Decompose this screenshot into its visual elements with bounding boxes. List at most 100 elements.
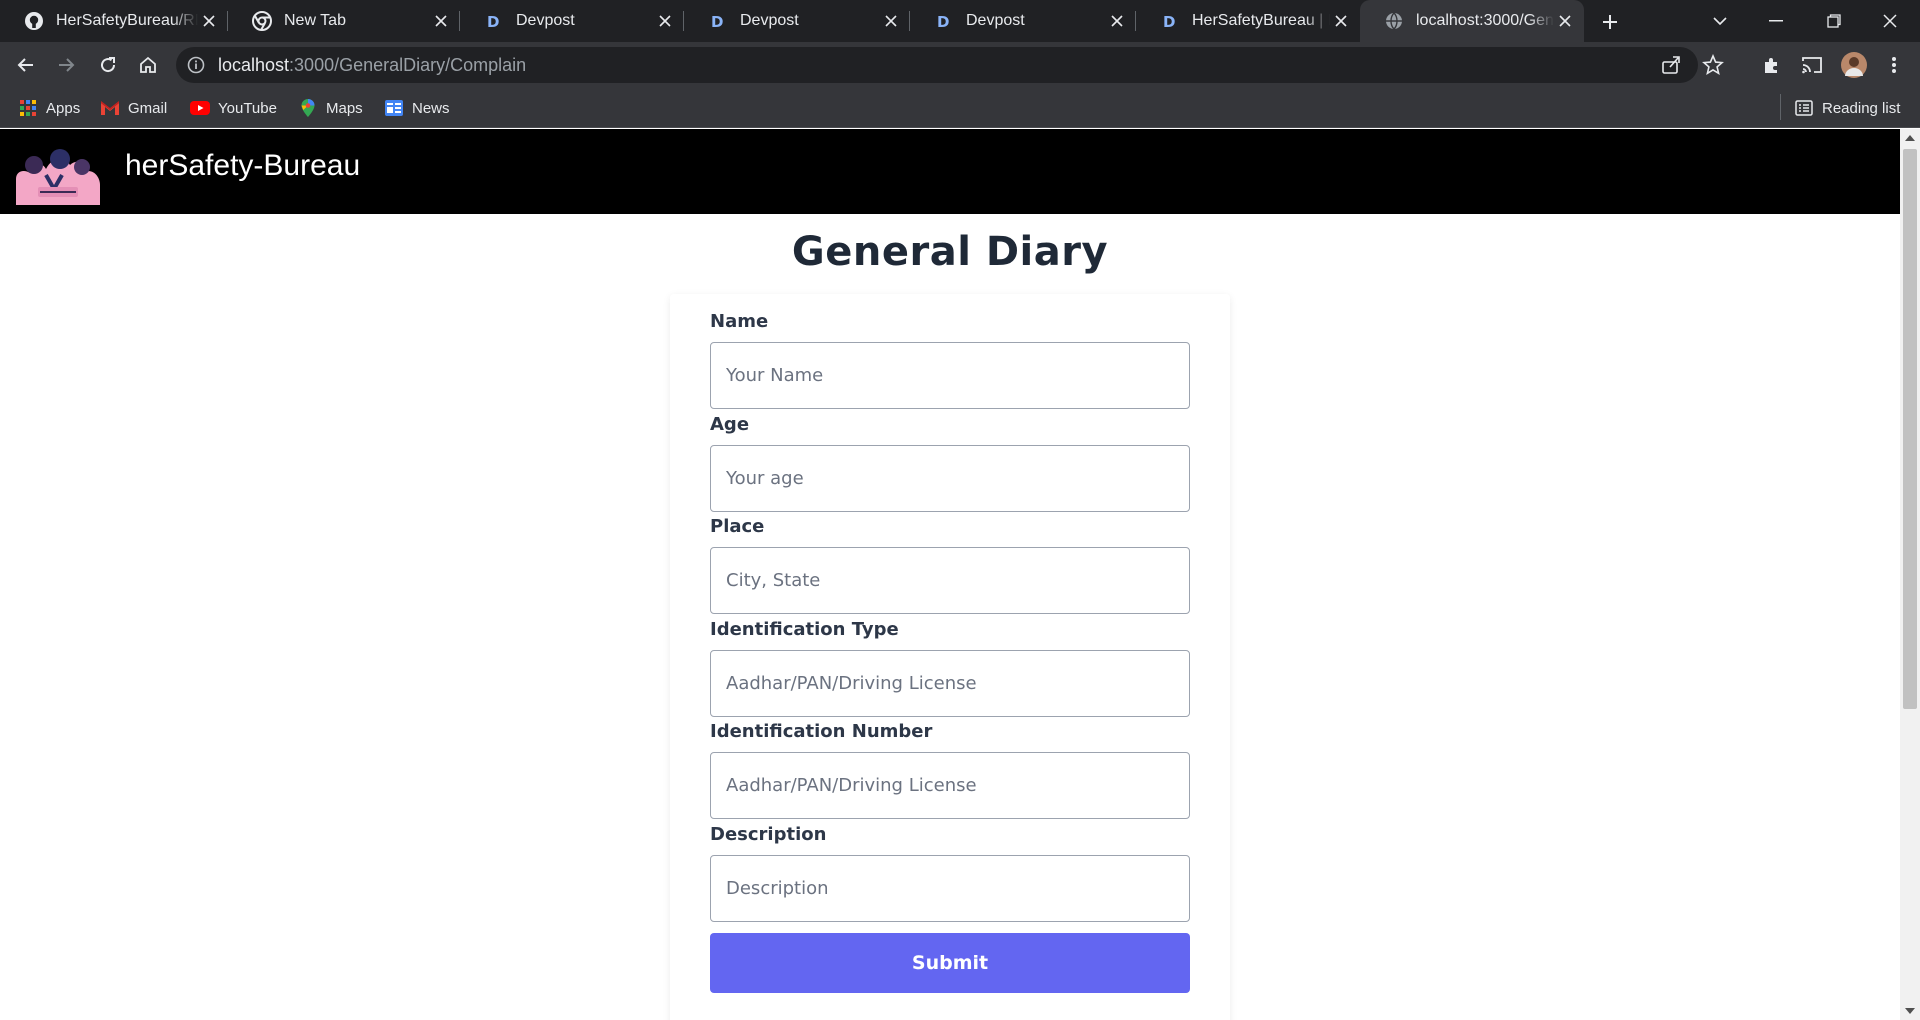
identification-type-input[interactable]	[710, 650, 1190, 717]
identification-type-label: Identification Type	[710, 619, 899, 640]
address-url: localhost:3000/GeneralDiary/Complain	[218, 55, 527, 75]
forward-button[interactable]	[50, 49, 82, 81]
bookmark-label: News	[412, 99, 450, 117]
tab-new-tab[interactable]: New Tab	[228, 0, 460, 42]
bookmark-star-icon[interactable]	[1702, 54, 1724, 76]
tab-devpost[interactable]: D Devpost	[910, 0, 1136, 42]
submit-button[interactable]: Submit	[710, 933, 1190, 993]
reading-list-label: Reading list	[1822, 99, 1901, 117]
close-icon	[1883, 14, 1897, 28]
scroll-down-arrow[interactable]	[1900, 1004, 1920, 1018]
tab-hersafetybureau-devpost[interactable]: D HerSafetyBureau | Devpost	[1136, 0, 1360, 42]
arrow-right-icon	[59, 58, 75, 72]
close-icon[interactable]	[198, 10, 220, 32]
back-button[interactable]	[10, 49, 42, 81]
youtube-icon	[190, 98, 210, 118]
name-label: Name	[710, 311, 769, 332]
close-icon[interactable]	[654, 10, 676, 32]
tab-devpost[interactable]: D Devpost	[684, 0, 910, 42]
close-icon[interactable]	[430, 10, 452, 32]
tab-title: HerSafetyBureau/README.md	[56, 12, 198, 29]
bookmark-apps[interactable]: Apps	[18, 96, 80, 120]
triangle-up-icon	[1905, 135, 1915, 141]
browser-toolbar: localhost:3000/GeneralDiary/Complain	[0, 42, 1920, 88]
close-icon[interactable]	[1330, 10, 1352, 32]
address-bar[interactable]: localhost:3000/GeneralDiary/Complain	[176, 47, 1724, 83]
site-logo[interactable]	[12, 145, 100, 205]
browser-tab-strip: HerSafetyBureau/README.md New Tab D Devp…	[0, 0, 1920, 42]
bookmark-maps[interactable]: Maps	[298, 96, 363, 120]
github-icon	[24, 11, 44, 31]
chevron-down-icon	[1713, 17, 1727, 26]
svg-text:D: D	[1163, 13, 1175, 31]
avatar-icon	[1841, 52, 1867, 78]
devpost-icon: D	[934, 11, 954, 31]
bookmarks-bar: Apps Gmail YouTube Maps News Reading lis…	[0, 88, 1920, 128]
page-title: General Diary	[791, 229, 1109, 275]
restore-icon	[1827, 14, 1841, 28]
close-icon[interactable]	[1554, 10, 1576, 32]
svg-text:D: D	[711, 13, 723, 31]
chrome-menu-button[interactable]	[1878, 49, 1910, 81]
svg-text:D: D	[937, 13, 949, 31]
bookmarks-divider	[1780, 94, 1781, 120]
age-label: Age	[710, 414, 750, 435]
reading-list-icon	[1794, 98, 1814, 118]
cast-button[interactable]	[1796, 49, 1828, 81]
tab-title: Devpost	[740, 12, 799, 29]
place-label: Place	[710, 516, 765, 537]
profile-avatar[interactable]	[1838, 49, 1870, 81]
scroll-up-arrow[interactable]	[1900, 131, 1920, 145]
description-input[interactable]	[710, 855, 1190, 922]
devpost-icon: D	[708, 11, 728, 31]
restore-button[interactable]	[1806, 0, 1862, 42]
home-icon	[140, 56, 156, 73]
svg-text:D: D	[487, 13, 499, 31]
tab-github-readme[interactable]: HerSafetyBureau/README.md	[0, 0, 228, 42]
place-input[interactable]	[710, 547, 1190, 614]
name-input[interactable]	[710, 342, 1190, 409]
share-icon[interactable]	[1660, 54, 1682, 76]
apps-grid-icon	[18, 98, 38, 118]
age-input[interactable]	[710, 445, 1190, 512]
extensions-button[interactable]	[1756, 49, 1788, 81]
info-icon[interactable]	[186, 55, 206, 75]
reload-icon	[101, 57, 116, 73]
tab-title: Devpost	[966, 12, 1025, 29]
close-icon[interactable]	[880, 10, 902, 32]
new-tab-button[interactable]	[1596, 8, 1624, 36]
bookmark-youtube[interactable]: YouTube	[190, 96, 277, 120]
minimize-icon	[1769, 20, 1783, 22]
tab-devpost[interactable]: D Devpost	[460, 0, 684, 42]
tab-title: localhost:3000/GeneralDiary/Complain	[1416, 12, 1554, 29]
bookmark-label: Gmail	[128, 99, 168, 117]
close-window-button[interactable]	[1862, 0, 1918, 42]
tab-title: Devpost	[516, 12, 575, 29]
gmail-icon	[100, 98, 120, 118]
home-button[interactable]	[132, 49, 164, 81]
site-brand-title[interactable]: herSafety-Bureau	[125, 149, 360, 183]
globe-icon	[1384, 11, 1404, 31]
bookmark-gmail[interactable]: Gmail	[100, 96, 167, 120]
bookmark-label: Maps	[326, 99, 363, 117]
cast-icon	[1802, 57, 1822, 74]
tab-search-button[interactable]	[1692, 0, 1748, 42]
bookmark-news[interactable]: News	[384, 96, 450, 120]
scrollbar-thumb[interactable]	[1903, 149, 1917, 709]
bookmark-label: Apps	[46, 99, 81, 117]
description-label: Description	[710, 824, 827, 845]
plus-icon	[1603, 15, 1617, 29]
devpost-icon: D	[484, 11, 504, 31]
devpost-icon: D	[1160, 11, 1180, 31]
identification-number-input[interactable]	[710, 752, 1190, 819]
chrome-icon	[252, 11, 272, 31]
close-icon[interactable]	[1106, 10, 1128, 32]
page-scrollbar[interactable]	[1900, 129, 1920, 1020]
tab-localhost-active[interactable]: localhost:3000/GeneralDiary/Complain	[1360, 0, 1584, 42]
page-viewport: herSafety-Bureau General Diary Name Age …	[0, 129, 1900, 1020]
puzzle-icon	[1765, 58, 1777, 73]
minimize-button[interactable]	[1748, 0, 1804, 42]
site-header: herSafety-Bureau	[0, 129, 1900, 214]
reading-list-button[interactable]: Reading list	[1794, 96, 1900, 120]
reload-button[interactable]	[92, 49, 124, 81]
